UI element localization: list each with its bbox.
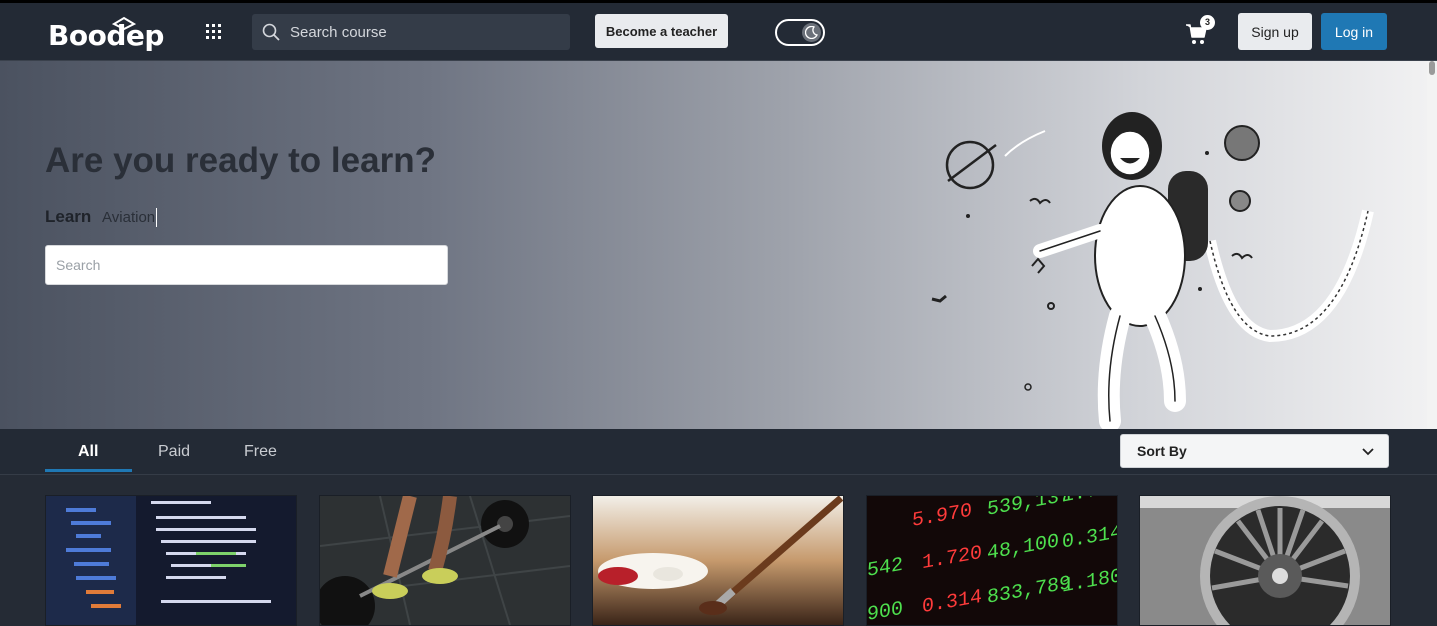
course-card-code[interactable]: [45, 495, 297, 626]
learn-typing-row: Learn Aviation: [45, 207, 158, 228]
sort-by-select[interactable]: Sort By: [1120, 434, 1389, 468]
tab-all[interactable]: All: [78, 443, 98, 461]
tab-paid[interactable]: Paid: [158, 443, 190, 461]
course-card-fitness[interactable]: [319, 495, 571, 626]
theme-toggle[interactable]: [775, 19, 825, 46]
typing-caret: [156, 208, 158, 228]
course-search-placeholder: Search course: [290, 23, 387, 41]
course-card-finance[interactable]: 5.970539,1371.710 5421.72048,1000.314 90…: [866, 495, 1118, 626]
course-card-painting[interactable]: [592, 495, 844, 626]
hero-title: Are you ready to learn?: [45, 141, 436, 180]
search-icon: [262, 23, 280, 41]
weightlifting-thumbnail: [320, 496, 570, 625]
hero-banner: Are you ready to learn? Learn Aviation S…: [0, 61, 1427, 431]
graduation-hat-icon: [112, 16, 136, 30]
apps-grid-icon[interactable]: [206, 24, 221, 39]
hero-search-input[interactable]: Search: [45, 245, 448, 285]
page-scrollbar[interactable]: [1427, 61, 1437, 429]
learn-label: Learn: [45, 207, 92, 226]
chevron-down-icon: [1362, 448, 1374, 456]
course-filter-tabs: All Paid Free Sort By: [0, 429, 1437, 475]
stock-ticker-thumbnail: 5.970539,1371.710 5421.72048,1000.314 90…: [867, 496, 1117, 625]
tab-free[interactable]: Free: [244, 443, 277, 461]
course-card-aviation[interactable]: [1139, 495, 1391, 626]
become-teacher-button[interactable]: Become a teacher: [595, 14, 728, 48]
moon-icon: [802, 23, 821, 42]
hero-search-placeholder: Search: [56, 257, 101, 273]
cart-count-badge: 3: [1200, 15, 1215, 30]
active-tab-indicator: [45, 469, 132, 472]
course-search-input[interactable]: Search course: [252, 14, 570, 50]
log-in-button[interactable]: Log in: [1321, 13, 1387, 50]
code-editor-thumbnail: [46, 496, 296, 625]
painting-brush-thumbnail: [593, 496, 843, 625]
scrollbar-thumb[interactable]: [1429, 61, 1435, 75]
learn-typed-topic: Aviation: [102, 209, 156, 226]
astronaut-illustration: [931, 112, 1374, 431]
logo[interactable]: Boodep: [48, 19, 164, 52]
sort-by-label: Sort By: [1137, 443, 1187, 459]
sign-up-button[interactable]: Sign up: [1238, 13, 1312, 50]
top-navbar: Boodep Search course Become a teacher 3 …: [0, 3, 1437, 61]
jet-engine-thumbnail: [1140, 496, 1390, 625]
